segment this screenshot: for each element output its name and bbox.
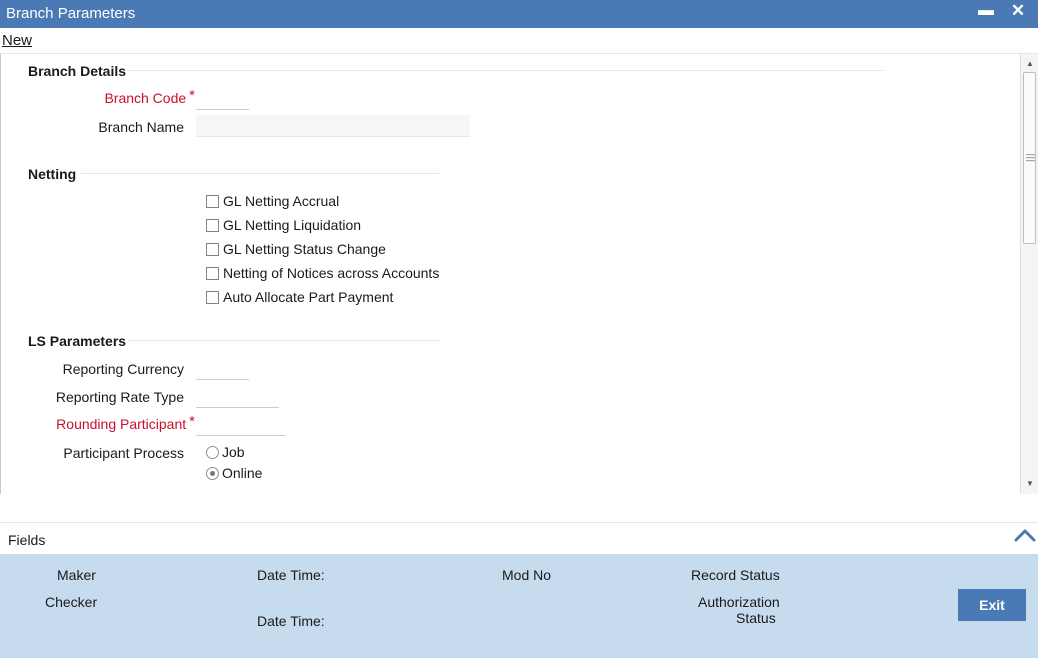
authorization-status-label-line1: Authorization [698, 594, 780, 610]
scroll-up-arrow-icon[interactable]: ▲ [1021, 56, 1038, 72]
reporting-rate-type-input[interactable] [196, 386, 279, 408]
checkbox-box[interactable] [206, 290, 219, 304]
rounding-participant-label: Rounding Participant * [31, 413, 195, 433]
vertical-scrollbar[interactable]: ▲ — — — ▼ [1020, 54, 1038, 494]
checkbox-label: GL Netting Liquidation [223, 217, 362, 233]
branch-name-input[interactable] [196, 115, 470, 137]
auto-allocate-part-payment-checkbox[interactable]: Auto Allocate Part Payment [206, 289, 393, 305]
branch-code-input[interactable] [196, 88, 249, 110]
new-link[interactable]: New [2, 32, 32, 49]
checker-label: Checker [45, 594, 98, 610]
branch-name-label: Branch Name [98, 119, 184, 135]
window-title-bar: Branch Parameters ▬ ✕ [0, 0, 1038, 28]
branch-code-label: Branch Code * [61, 87, 195, 107]
checkbox-box[interactable] [206, 194, 219, 208]
fields-label[interactable]: Fields [8, 532, 45, 548]
radio-circle[interactable] [206, 445, 219, 459]
branch-code-label-text: Branch Code [104, 90, 187, 106]
checkbox-label: GL Netting Status Change [223, 241, 386, 257]
section-divider [129, 340, 439, 341]
netting-of-notices-checkbox[interactable]: Netting of Notices across Accounts [206, 265, 439, 281]
participant-process-label: Participant Process [63, 445, 184, 461]
required-marker: * [189, 413, 195, 430]
checkbox-label: Auto Allocate Part Payment [223, 289, 394, 305]
close-icon[interactable]: ✕ [1008, 1, 1028, 23]
section-divider [81, 173, 439, 174]
checkbox-box[interactable] [206, 266, 219, 280]
record-status-label: Record Status [691, 567, 780, 583]
rounding-participant-input[interactable] [196, 414, 285, 436]
chevron-up-icon[interactable] [1013, 525, 1037, 545]
reporting-rate-type-label: Reporting Rate Type [55, 389, 184, 405]
branch-details-section-title: Branch Details [28, 63, 127, 79]
maker-label: Maker [57, 567, 96, 583]
checkbox-box[interactable] [206, 218, 219, 232]
reporting-currency-input[interactable] [196, 358, 249, 380]
required-marker: * [189, 87, 195, 104]
gl-netting-accrual-checkbox[interactable]: GL Netting Accrual [206, 193, 339, 209]
gl-netting-liquidation-checkbox[interactable]: GL Netting Liquidation [206, 217, 361, 233]
scrollbar-thumb[interactable]: — — — [1023, 72, 1036, 244]
scroll-down-arrow-icon[interactable]: ▼ [1021, 476, 1038, 492]
rounding-participant-label-text: Rounding Participant [56, 416, 187, 432]
minimize-icon[interactable]: ▬ [976, 2, 996, 24]
toolbar: New [0, 28, 1038, 54]
section-divider [129, 70, 884, 71]
ls-parameters-section-title: LS Parameters [28, 333, 127, 349]
authorization-status-label-line2: Status [736, 610, 776, 626]
exit-button[interactable]: Exit [958, 589, 1026, 621]
radio-label: Online [222, 465, 263, 481]
radio-label: Job [222, 444, 245, 460]
checkbox-label: GL Netting Accrual [223, 193, 340, 209]
checkbox-box[interactable] [206, 242, 219, 256]
fields-bar: Fields [0, 522, 1038, 554]
radio-circle-selected[interactable] [206, 466, 219, 480]
mod-no-label: Mod No [502, 567, 552, 583]
scrollbar-grip-icon: — — — [1026, 149, 1035, 165]
maker-date-time-label: Date Time: [257, 567, 325, 583]
checker-date-time-label: Date Time: [257, 613, 325, 629]
gl-netting-status-change-checkbox[interactable]: GL Netting Status Change [206, 241, 386, 257]
form-content: Branch Details Branch Code * Branch Name … [0, 54, 1020, 494]
netting-section-title: Netting [28, 166, 77, 182]
checkbox-label: Netting of Notices across Accounts [223, 265, 440, 281]
reporting-currency-label: Reporting Currency [62, 361, 184, 377]
window-title: Branch Parameters [6, 5, 136, 22]
participant-process-online-radio[interactable]: Online [206, 465, 262, 481]
audit-footer: Maker Checker Date Time: Date Time: Mod … [0, 554, 1038, 658]
participant-process-job-radio[interactable]: Job [206, 444, 245, 460]
